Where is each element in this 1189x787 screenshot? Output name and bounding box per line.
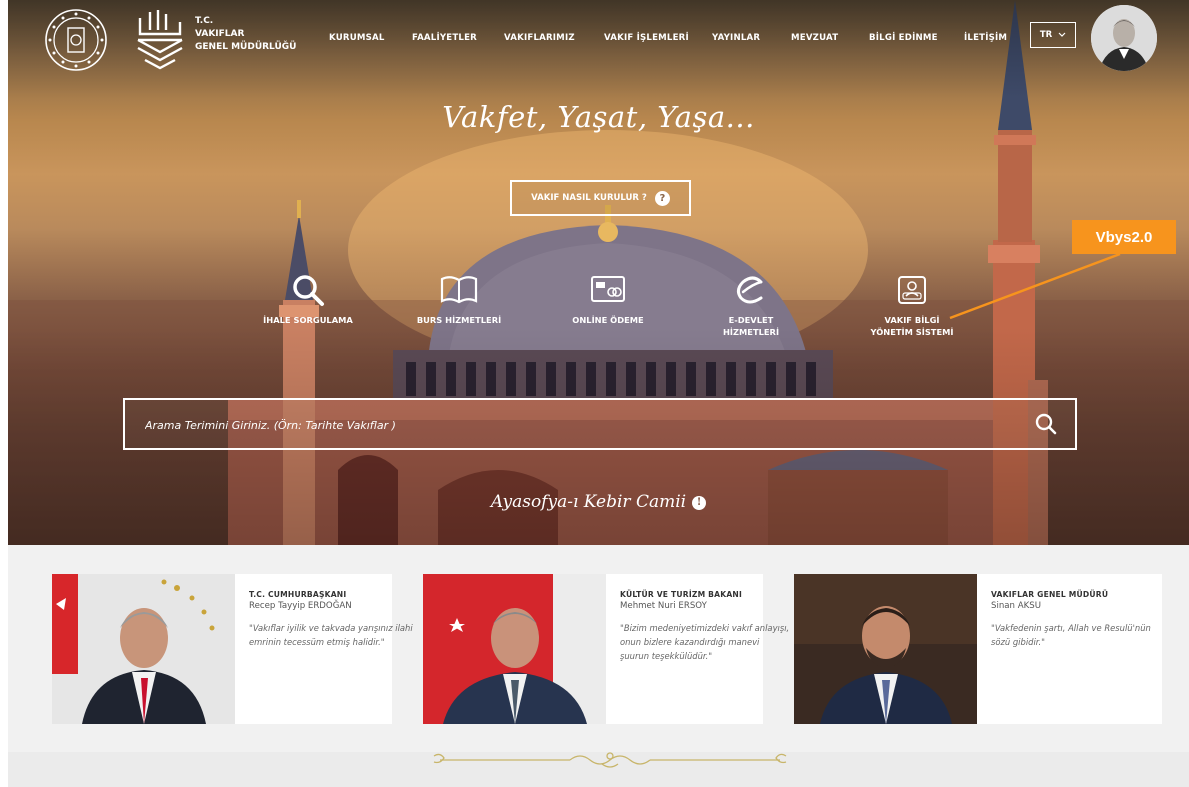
title-line-tc: T.C. [195, 16, 214, 26]
service-burs-hizmetleri[interactable]: BURS HİZMETLERİ [394, 270, 524, 326]
site-title[interactable]: T.C. VAKIFLAR GENEL MÜDÜRLÜĞÜ [195, 15, 296, 54]
official-photo [794, 574, 977, 724]
info-icon[interactable]: ! [692, 495, 707, 510]
search-icon [293, 275, 324, 306]
book-icon [440, 276, 478, 304]
hero-caption: Ayasofya-ı Kebir Camii! [8, 492, 1189, 512]
official-role: KÜLTÜR VE TURİZM BAKANI [620, 590, 742, 599]
tc-emblem-icon[interactable] [44, 8, 108, 72]
how-to-found-label: VAKIF NASIL KURULUR ? [531, 193, 647, 203]
vbys-icon [898, 276, 926, 304]
hero-slogan: Vakfet, Yaşat, Yaşa... [442, 100, 755, 134]
official-card-director[interactable]: VAKIFLAR GENEL MÜDÜRÜ Sinan AKSU "Vakfed… [794, 574, 1162, 724]
nav-kurumsal[interactable]: KURUMSAL [329, 33, 385, 43]
nav-vakiflarimiz[interactable]: VAKIFLARIMIZ [504, 33, 575, 43]
official-photo [52, 574, 235, 724]
official-quote: "Vakfedenin şartı, Allah ve Resulü'nün s… [991, 623, 1151, 647]
search-input[interactable] [143, 400, 1007, 450]
nav-bilgi-edinme[interactable]: BİLGİ EDİNME [869, 33, 938, 43]
how-to-found-button[interactable]: VAKIF NASIL KURULUR ? ? [510, 180, 691, 216]
official-name: Sinan AKSU [991, 601, 1041, 611]
service-label: VAKIF BİLGİ YÖNETİM SİSTEMİ [870, 315, 954, 337]
site-search-bar[interactable] [123, 398, 1077, 450]
ornament-divider [433, 752, 787, 768]
official-role: T.C. CUMHURBAŞKANI [249, 590, 347, 599]
service-ihale-sorgulama[interactable]: İHALE SORGULAMA [243, 270, 373, 326]
e-devlet-icon [736, 276, 763, 304]
caption-text: Ayasofya-ı Kebir Camii [490, 492, 687, 512]
official-card-minister[interactable]: KÜLTÜR VE TURİZM BAKANI Mehmet Nuri ERSO… [423, 574, 789, 724]
language-value: TR [1039, 30, 1053, 40]
nav-yayinlar[interactable]: YAYINLAR [712, 33, 760, 43]
service-label: BURS HİZMETLERİ [416, 315, 502, 325]
service-vakif-bilgi-yonetim[interactable]: VAKIF BİLGİ YÖNETİM SİSTEMİ [847, 270, 977, 338]
official-quote: "Vakıflar iyilik ve takvada yarışınız il… [249, 623, 413, 647]
language-select[interactable]: TR [1030, 22, 1076, 48]
official-quote: "Bizim medeniyetimizdeki vakıf anlayışı,… [620, 623, 790, 661]
card-payment-icon [591, 276, 625, 302]
question-icon: ? [654, 190, 670, 206]
chevron-down-icon [1058, 32, 1066, 37]
title-line-gm: GENEL MÜDÜRLÜĞÜ [195, 42, 297, 52]
service-label: İHALE SORGULAMA [263, 315, 353, 325]
title-line-vakiflar: VAKIFLAR [195, 29, 245, 39]
service-online-odeme[interactable]: ONLİNE ÖDEME [543, 270, 673, 326]
vbys-callout-label: Vbys2.0 [1072, 220, 1176, 254]
service-label: E-DEVLET HİZMETLERİ [722, 315, 780, 337]
service-label: ONLİNE ÖDEME [572, 315, 644, 325]
nav-faaliyetler[interactable]: FAALİYETLER [412, 33, 477, 43]
nav-mevzuat[interactable]: MEVZUAT [791, 33, 838, 43]
official-card-president[interactable]: T.C. CUMHURBAŞKANI Recep Tayyip ERDOĞAN … [52, 574, 413, 724]
nav-vakif-islemleri[interactable]: VAKIF İŞLEMLERİ [604, 33, 689, 43]
service-e-devlet[interactable]: E-DEVLET HİZMETLERİ [686, 270, 816, 338]
ataturk-portrait[interactable] [1091, 5, 1157, 71]
official-photo [423, 574, 606, 724]
official-name: Mehmet Nuri ERSOY [620, 601, 707, 611]
search-icon[interactable] [1035, 413, 1057, 435]
vgm-logo-icon[interactable] [135, 8, 185, 70]
official-name: Recep Tayyip ERDOĞAN [249, 601, 352, 611]
nav-iletisim[interactable]: İLETİŞİM [964, 33, 1007, 43]
official-role: VAKIFLAR GENEL MÜDÜRÜ [991, 590, 1109, 599]
